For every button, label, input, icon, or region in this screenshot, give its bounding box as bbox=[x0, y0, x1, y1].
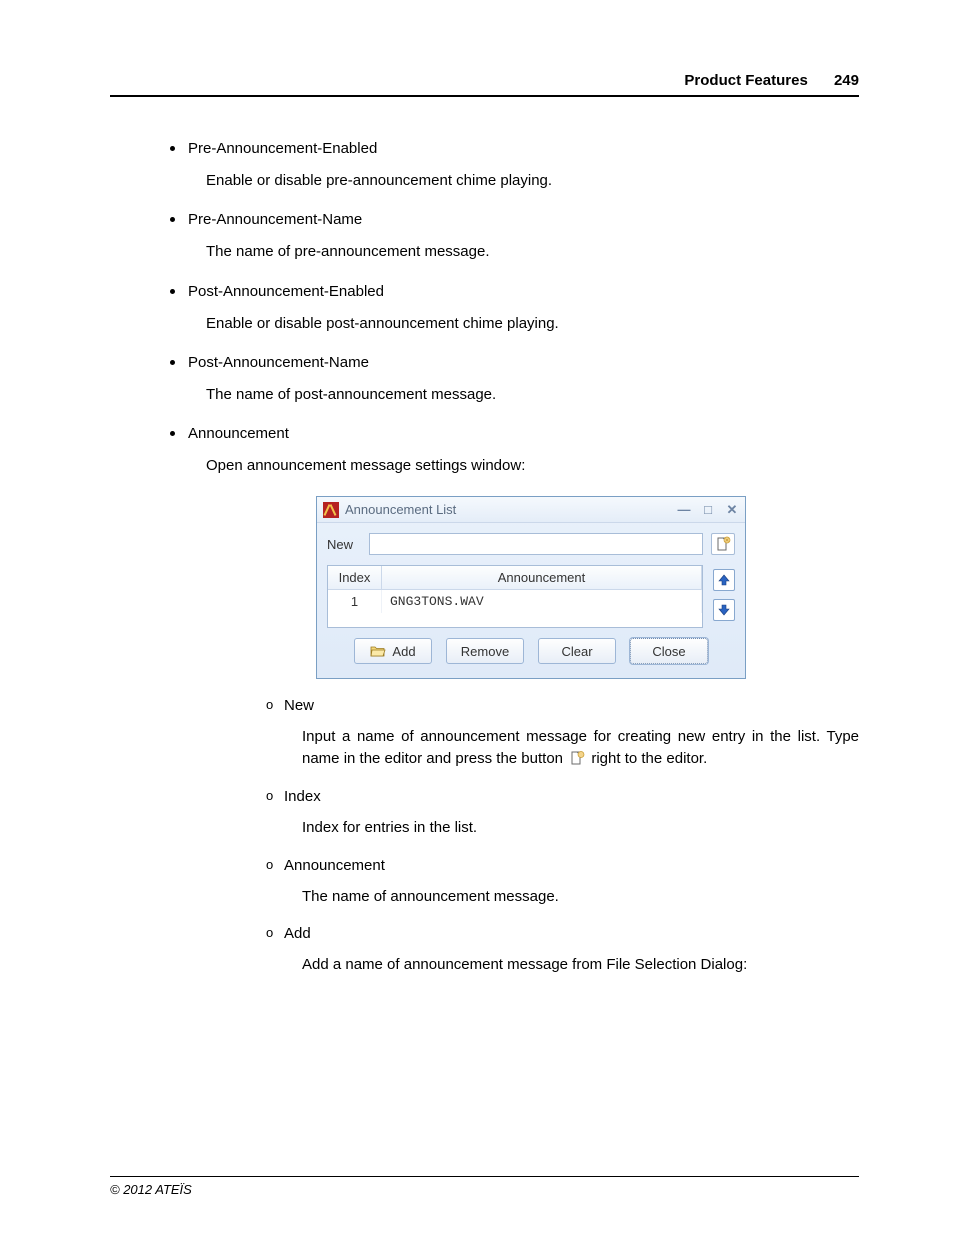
add-button-label: Add bbox=[392, 644, 415, 659]
sub-desc: Index for entries in the list. bbox=[302, 817, 859, 839]
new-label: New bbox=[327, 537, 369, 552]
sub-term: Add bbox=[284, 925, 859, 942]
remove-button-label: Remove bbox=[461, 644, 509, 659]
page-header-title: Product Features bbox=[684, 72, 807, 89]
close-window-button[interactable]: ✕ bbox=[725, 502, 739, 518]
page-number: 249 bbox=[834, 72, 859, 89]
sub-item: Index Index for entries in the list. bbox=[284, 788, 859, 839]
new-file-icon bbox=[715, 536, 731, 552]
cell-index: 1 bbox=[328, 590, 382, 613]
header-divider bbox=[110, 95, 859, 97]
cell-announcement: GNG3TONS.WAV bbox=[382, 590, 702, 613]
announcement-list-window: Announcement List — □ ✕ New bbox=[316, 496, 746, 679]
clear-button-label: Clear bbox=[561, 644, 592, 659]
sub-item: New Input a name of announcement message… bbox=[284, 697, 859, 770]
window-title: Announcement List bbox=[345, 502, 677, 517]
sub-desc: Input a name of announcement message for… bbox=[302, 726, 859, 770]
sub-term: Announcement bbox=[284, 857, 859, 874]
bullet-desc: The name of pre-announcement message. bbox=[206, 242, 859, 262]
col-header-index[interactable]: Index bbox=[328, 566, 382, 589]
table-row[interactable]: 1 GNG3TONS.WAV bbox=[328, 590, 702, 613]
window-titlebar: Announcement List — □ ✕ bbox=[317, 497, 745, 523]
new-file-inline-icon bbox=[569, 750, 585, 764]
new-name-input[interactable] bbox=[369, 533, 703, 555]
arrow-down-icon bbox=[718, 604, 730, 616]
announcement-table: Index Announcement 1 GNG3TONS.WAV bbox=[327, 565, 703, 628]
sub-item: Announcement The name of announcement me… bbox=[284, 857, 859, 908]
bullet-term: Announcement bbox=[188, 425, 859, 442]
sub-desc-text-b: right to the editor. bbox=[591, 750, 707, 767]
remove-button[interactable]: Remove bbox=[446, 638, 524, 664]
bullet-term: Pre-Announcement-Name bbox=[188, 211, 859, 228]
bullet-desc: Enable or disable post-announcement chim… bbox=[206, 314, 859, 334]
bullet-term: Pre-Announcement-Enabled bbox=[188, 140, 859, 157]
add-button[interactable]: Add bbox=[354, 638, 432, 664]
copyright: © 2012 ATEÏS bbox=[110, 1182, 192, 1197]
app-icon bbox=[323, 502, 339, 518]
footer-divider bbox=[110, 1176, 859, 1177]
bullet-desc: The name of post-announcement message. bbox=[206, 385, 859, 405]
minimize-button[interactable]: — bbox=[677, 502, 691, 518]
bullet-item: Post-Announcement-Name The name of post-… bbox=[188, 354, 859, 405]
move-up-button[interactable] bbox=[713, 569, 735, 591]
bullet-term: Post-Announcement-Name bbox=[188, 354, 859, 371]
sub-term: New bbox=[284, 697, 859, 714]
add-new-entry-button[interactable] bbox=[711, 533, 735, 555]
bullet-item: Announcement Open announcement message s… bbox=[188, 425, 859, 976]
bullet-desc: Open announcement message settings windo… bbox=[206, 456, 859, 476]
sub-item: Add Add a name of announcement message f… bbox=[284, 925, 859, 976]
move-down-button[interactable] bbox=[713, 599, 735, 621]
folder-open-icon bbox=[370, 644, 386, 658]
bullet-term: Post-Announcement-Enabled bbox=[188, 283, 859, 300]
close-button[interactable]: Close bbox=[630, 638, 708, 664]
sub-desc: Add a name of announcement message from … bbox=[302, 954, 859, 976]
arrow-up-icon bbox=[718, 574, 730, 586]
bullet-item: Pre-Announcement-Enabled Enable or disab… bbox=[188, 140, 859, 191]
close-button-label: Close bbox=[652, 644, 685, 659]
bullet-desc: Enable or disable pre-announcement chime… bbox=[206, 171, 859, 191]
sub-term: Index bbox=[284, 788, 859, 805]
bullet-item: Post-Announcement-Enabled Enable or disa… bbox=[188, 283, 859, 334]
maximize-button[interactable]: □ bbox=[701, 502, 715, 518]
sub-desc: The name of announcement message. bbox=[302, 886, 859, 908]
col-header-announcement[interactable]: Announcement bbox=[382, 566, 702, 589]
bullet-item: Pre-Announcement-Name The name of pre-an… bbox=[188, 211, 859, 262]
clear-button[interactable]: Clear bbox=[538, 638, 616, 664]
